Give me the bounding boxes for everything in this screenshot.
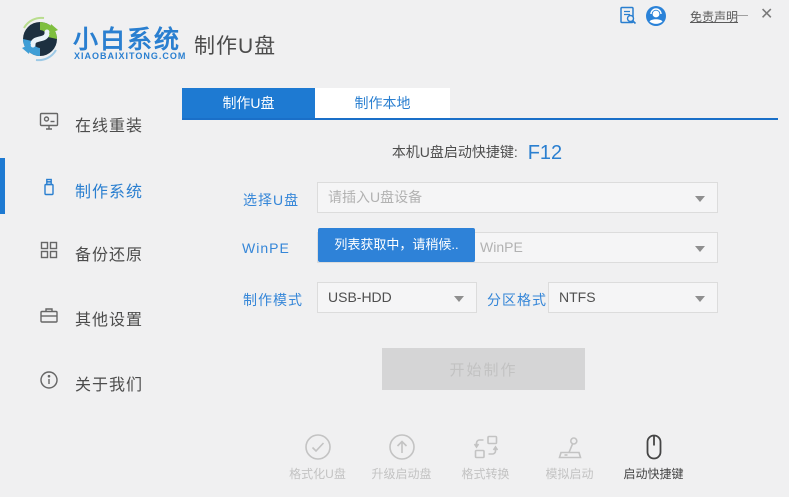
usb-select-dropdown[interactable]: 请插入U盘设备	[317, 182, 718, 213]
footer-action-label: 格式化U盘	[276, 465, 360, 482]
partition-select-dropdown[interactable]: NTFS	[548, 282, 718, 313]
check-circle-icon	[303, 432, 333, 462]
partition-select-value: NTFS	[559, 289, 596, 305]
app-logo-sync-arrows-icon	[17, 16, 63, 62]
chevron-down-icon	[695, 196, 705, 202]
boot-hotkey-value: F12	[528, 142, 562, 164]
footer-action-label: 启动快捷键	[612, 465, 696, 482]
sidebar-item-label: 关于我们	[75, 371, 143, 395]
boot-hotkey-label: 本机U盘启动快捷键:	[392, 144, 518, 160]
footer-action-label: 升级启动盘	[360, 465, 444, 482]
footer-action-format-convert[interactable]: 格式转换	[444, 432, 528, 482]
sidebar-item-make-system[interactable]: 制作系统	[0, 173, 182, 203]
partition-select-label: 分区格式	[487, 290, 547, 310]
app-window: 小白系统 XIAOBAIXITONG.COM 制作U盘 免责声明 — ✕	[0, 0, 789, 497]
sidebar-item-label: 其他设置	[75, 306, 143, 330]
feedback-doc-icon[interactable]	[617, 5, 639, 27]
sidebar-item-about-us[interactable]: 关于我们	[0, 366, 182, 396]
usb-select-placeholder: 请插入U盘设备	[328, 189, 422, 205]
loading-toast: 列表获取中，请稍候..	[318, 228, 475, 262]
mode-select-value: USB-HDD	[328, 289, 392, 305]
footer-action-boot-hotkey[interactable]: 启动快捷键	[612, 432, 696, 482]
sidebar-item-backup-restore[interactable]: 备份还原	[0, 236, 182, 266]
page-title: 制作U盘	[194, 30, 276, 60]
toolbox-icon	[38, 304, 60, 326]
tab-underline	[182, 118, 778, 120]
tab-make-usb[interactable]: 制作U盘	[182, 88, 315, 118]
active-indicator-bar	[0, 158, 5, 214]
brand-domain: XIAOBAIXITONG.COM	[74, 51, 186, 61]
monitor-icon	[38, 110, 60, 132]
minimize-button[interactable]: —	[734, 6, 748, 22]
footer-toolbar: 格式化U盘 升级启动盘 格式	[182, 432, 789, 482]
sidebar-item-online-reinstall[interactable]: 在线重装	[0, 107, 182, 137]
info-icon	[38, 369, 60, 391]
footer-action-label: 格式转换	[444, 465, 528, 482]
usb-drive-icon	[38, 176, 60, 198]
sidebar-item-other-settings[interactable]: 其他设置	[0, 301, 182, 331]
mode-select-label: 制作模式	[243, 290, 303, 310]
chevron-down-icon	[695, 246, 705, 252]
mode-select-dropdown[interactable]: USB-HDD	[317, 282, 477, 313]
usb-select-label: 选择U盘	[243, 190, 299, 210]
footer-action-upgrade-boot-disk[interactable]: 升级启动盘	[360, 432, 444, 482]
sidebar-item-label: 在线重装	[75, 112, 143, 136]
close-button[interactable]: ✕	[760, 4, 773, 24]
sidebar-item-label: 制作系统	[75, 178, 143, 202]
start-make-button[interactable]: 开始制作	[382, 348, 585, 390]
joystick-icon	[555, 432, 585, 462]
grid-icon	[38, 239, 60, 261]
boot-hotkey-line: 本机U盘启动快捷键: F12	[182, 142, 772, 165]
sidebar-item-label: 备份还原	[75, 241, 143, 265]
mouse-icon	[639, 432, 669, 462]
footer-action-simulate-boot[interactable]: 模拟启动	[528, 432, 612, 482]
format-convert-icon	[471, 432, 501, 462]
winpe-select-label: WinPE	[242, 240, 290, 256]
footer-action-format-usb[interactable]: 格式化U盘	[276, 432, 360, 482]
footer-action-label: 模拟启动	[528, 465, 612, 482]
disclaimer-link[interactable]: 免责声明	[690, 8, 738, 25]
customer-service-icon[interactable]	[645, 5, 667, 27]
winpe-select-value: WinPE	[480, 239, 523, 255]
chevron-down-icon	[695, 296, 705, 302]
tab-make-local[interactable]: 制作本地	[315, 88, 450, 118]
arrow-up-circle-icon	[387, 432, 417, 462]
chevron-down-icon	[454, 296, 464, 302]
